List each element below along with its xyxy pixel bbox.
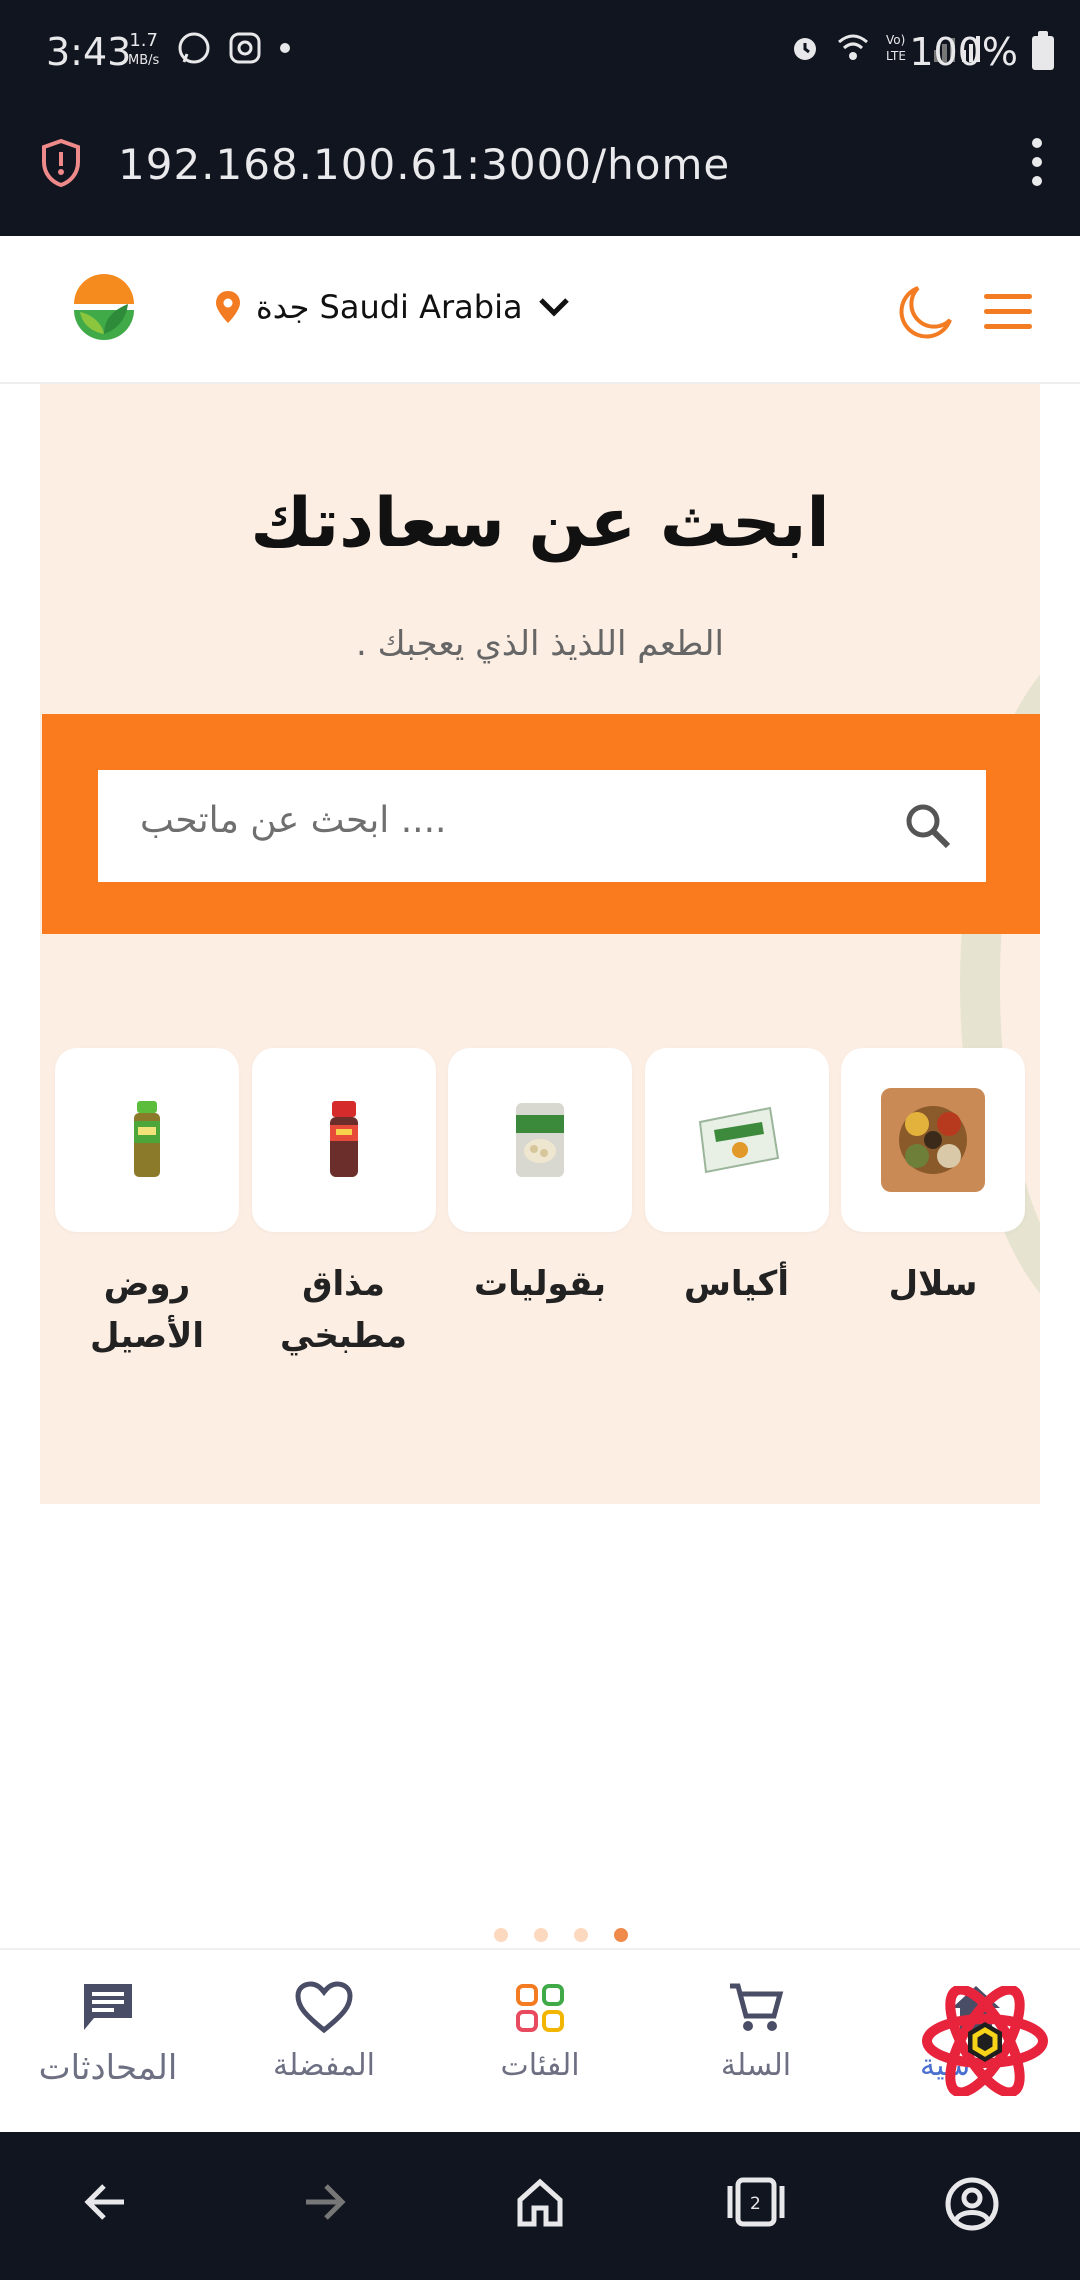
nav-chats[interactable]: المحادثات xyxy=(8,1980,208,2088)
search-icon[interactable] xyxy=(902,800,954,852)
carousel-dot[interactable] xyxy=(574,1928,588,1942)
location-text: جدة Saudi Arabia xyxy=(256,288,523,326)
chat-icon xyxy=(84,1984,132,2030)
speed-value: 1.7 xyxy=(129,30,158,51)
bag-image xyxy=(698,1106,779,1174)
spices-basket-image xyxy=(881,1088,985,1192)
svg-text:LTE: LTE xyxy=(886,49,906,63)
hero-subtitle: . الطعم اللذيذ الذي يعجبك xyxy=(356,624,724,664)
location-pin-icon xyxy=(216,291,240,323)
spice-jar-image xyxy=(329,1101,358,1177)
location-selector[interactable]: جدة Saudi Arabia xyxy=(214,288,571,326)
dot-icon xyxy=(280,43,290,53)
whatsapp-icon xyxy=(178,32,210,64)
nav-label: الفئات xyxy=(500,2048,580,2083)
category-item[interactable]: أكياس xyxy=(644,1048,829,1362)
system-navigation-bar: 2 xyxy=(0,2132,1080,2280)
nav-favorites[interactable]: المفضلة xyxy=(224,1980,424,2083)
search-placeholder: ابحث عن ماتحب .... xyxy=(140,800,447,841)
shield-warning-icon[interactable] xyxy=(40,138,82,188)
svg-text:Vo): Vo) xyxy=(886,33,905,47)
green-bottle-image xyxy=(134,1101,160,1177)
category-card[interactable] xyxy=(448,1048,632,1232)
battery-icon xyxy=(1032,31,1054,70)
hamburger-menu-icon[interactable] xyxy=(984,294,1032,339)
back-arrow-icon[interactable] xyxy=(82,2176,132,2228)
search-container: ابحث عن ماتحب .... xyxy=(42,714,1040,934)
categories-row: سلال أكياس بقوليات مذاق مطبخي روض الأصيل xyxy=(55,1048,1025,1362)
app-logo[interactable] xyxy=(68,272,140,344)
category-card[interactable] xyxy=(841,1048,1025,1232)
can-image xyxy=(516,1103,564,1177)
category-card[interactable] xyxy=(644,1048,829,1232)
category-label: مذاق مطبخي xyxy=(280,1264,407,1356)
category-item[interactable]: روض الأصيل xyxy=(55,1048,239,1362)
network-speed: 1.7 MB/s xyxy=(128,32,159,70)
status-time: 3:43 xyxy=(46,30,132,74)
category-item[interactable]: مذاق مطبخي xyxy=(251,1048,436,1362)
search-input[interactable]: ابحث عن ماتحب .... xyxy=(98,770,986,882)
wifi-icon xyxy=(838,34,868,60)
carousel-indicators xyxy=(494,1928,628,1942)
nav-cart[interactable]: السلة xyxy=(656,1980,856,2083)
app-header: جدة Saudi Arabia xyxy=(0,236,1080,384)
nav-label: السلة xyxy=(720,2048,792,2083)
chevron-down-icon xyxy=(538,298,569,317)
browser-address-bar: 192.168.100.61:3000/home xyxy=(0,100,1080,236)
status-bar: 3:43 1.7 MB/s Vo) LTE 100% xyxy=(0,0,1080,100)
category-label: روض الأصيل xyxy=(89,1264,205,1356)
svg-text:2: 2 xyxy=(750,2194,761,2214)
carousel-dot[interactable] xyxy=(494,1928,508,1942)
hero-title: ابحث عن سعادتك xyxy=(250,484,830,563)
carousel-dot-active[interactable] xyxy=(614,1928,628,1942)
nav-categories[interactable]: الفئات xyxy=(440,1980,640,2083)
category-label: بقوليات xyxy=(473,1264,607,1304)
url-text[interactable]: 192.168.100.61:3000/home xyxy=(118,140,730,189)
category-item[interactable]: سلال xyxy=(841,1048,1025,1362)
more-options-icon[interactable] xyxy=(1032,138,1046,195)
speed-unit: MB/s xyxy=(128,53,160,68)
carousel-dot[interactable] xyxy=(534,1928,548,1942)
notification-icons xyxy=(176,30,292,66)
category-card[interactable] xyxy=(251,1048,436,1232)
nav-label: المفضلة xyxy=(272,2048,376,2083)
alarm-icon xyxy=(794,38,816,60)
react-devtools-icon[interactable] xyxy=(920,1986,1050,2096)
forward-arrow-icon[interactable] xyxy=(298,2176,348,2228)
bottom-navigation: المحادثات المفضلة الفئات السلة سية xyxy=(0,1948,1080,2132)
home-nav-icon[interactable] xyxy=(514,2176,566,2228)
category-label: أكياس xyxy=(684,1264,789,1304)
nav-label: المحادثات xyxy=(38,2048,178,2088)
category-item[interactable]: بقوليات xyxy=(448,1048,632,1362)
grid-icon xyxy=(516,1984,564,2032)
category-label: سلال xyxy=(888,1264,978,1304)
category-card[interactable] xyxy=(55,1048,239,1232)
hero-section: ابحث عن سعادتك . الطعم اللذيذ الذي يعجبك… xyxy=(40,384,1040,1504)
heart-icon xyxy=(295,1981,353,2034)
tabs-icon[interactable]: 2 xyxy=(724,2176,788,2228)
account-icon[interactable] xyxy=(944,2176,1000,2232)
battery-percent: 100% xyxy=(909,30,1018,74)
dark-mode-toggle-icon[interactable] xyxy=(896,282,956,342)
instagram-icon xyxy=(229,32,261,64)
cart-icon xyxy=(730,1983,784,2031)
